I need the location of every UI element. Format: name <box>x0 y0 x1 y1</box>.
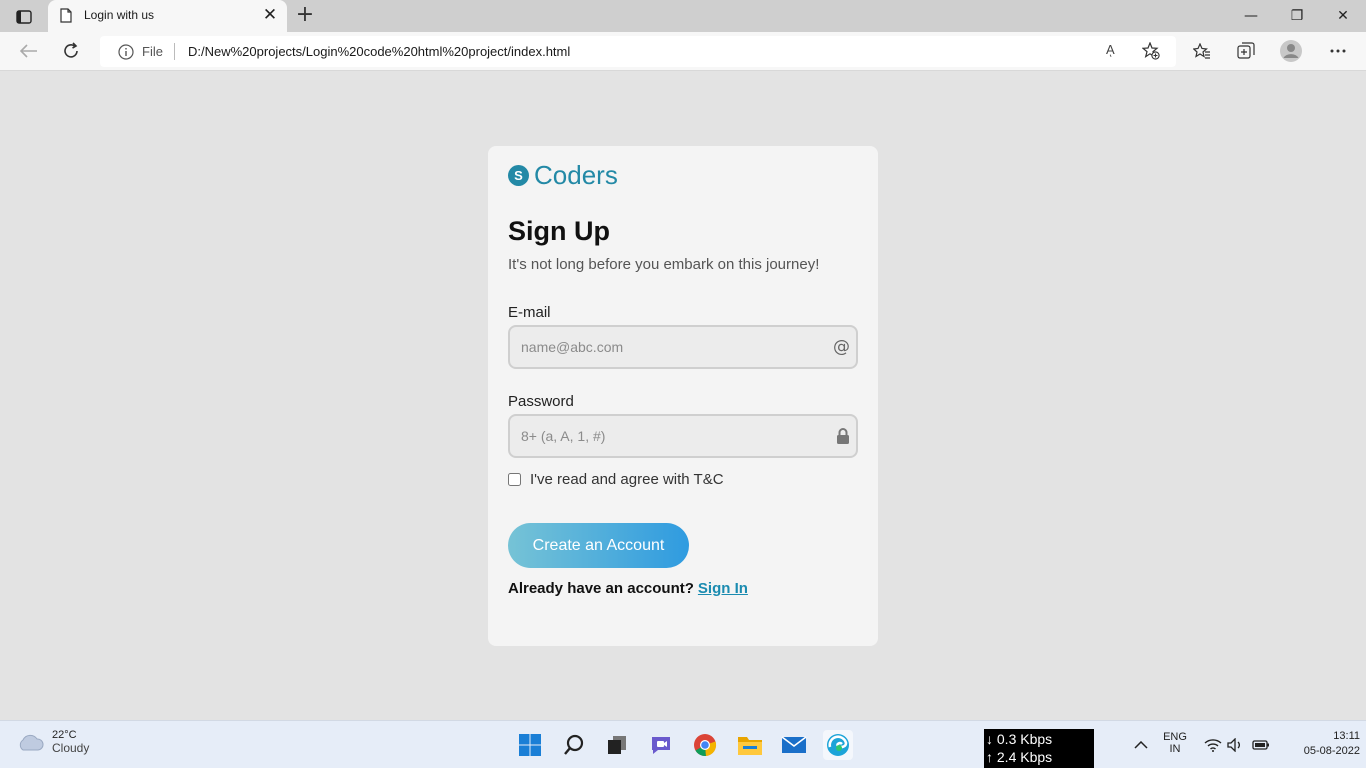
tab-actions-button[interactable] <box>10 6 38 28</box>
windows-taskbar: 22°C Cloudy ↓ 0.3 Kbps ↑ 2.4 Kbps ENG IN <box>0 720 1366 768</box>
weather-condition: Cloudy <box>52 741 90 755</box>
refresh-icon <box>64 42 78 58</box>
brand-logo[interactable]: S Coders <box>508 160 618 191</box>
cloud-icon <box>19 734 44 751</box>
password-field-wrapper <box>508 414 858 458</box>
password-field[interactable] <box>510 416 856 456</box>
brand-name: Coders <box>534 160 618 190</box>
mail-icon <box>781 736 807 753</box>
file-explorer-button[interactable] <box>735 730 765 760</box>
language-code: ENG <box>1163 731 1187 743</box>
email-field-wrapper: @ <box>508 325 858 369</box>
task-view-button[interactable] <box>602 730 632 760</box>
info-icon[interactable] <box>118 44 134 64</box>
address-scheme-label: File <box>142 44 163 59</box>
restore-button[interactable]: ❐ <box>1282 4 1312 28</box>
tab-actions-icon <box>16 10 32 24</box>
profile-avatar-icon <box>1280 40 1302 62</box>
edge-icon <box>827 734 849 756</box>
create-account-button[interactable]: Create an Account <box>508 523 689 568</box>
window-close-button[interactable]: ✕ <box>1328 4 1358 28</box>
volume-icon <box>1227 738 1240 752</box>
at-sign-icon: @ <box>833 337 850 357</box>
browser-tab-strip: Login with us ✕ + — ❐ ✕ <box>0 0 1366 32</box>
brand-mark-icon: S <box>508 165 529 186</box>
address-divider <box>174 43 175 60</box>
password-label: Password <box>508 393 574 410</box>
signin-link[interactable]: Sign In <box>698 580 748 597</box>
region-code: IN <box>1169 743 1181 755</box>
task-view-icon <box>608 736 626 754</box>
network-speed-meter: ↓ 0.3 Kbps ↑ 2.4 Kbps <box>984 729 1094 768</box>
mail-button[interactable] <box>779 730 809 760</box>
windows-start-icon <box>519 734 541 756</box>
tab-title: Login with us <box>84 8 155 22</box>
clock-time: 13:11 <box>1333 730 1360 742</box>
back-arrow-icon <box>20 44 37 58</box>
add-favorite-icon[interactable] <box>1141 41 1160 64</box>
collections-icon <box>1237 42 1255 59</box>
favorites-icon <box>1193 43 1210 59</box>
signin-prompt: Already have an account? Sign In <box>508 580 748 597</box>
clock-date: 05-08-2022 <box>1303 745 1360 757</box>
clock[interactable]: 13:11 05-08-2022 <box>1278 730 1360 757</box>
favorites-button[interactable] <box>1189 39 1215 63</box>
terms-row[interactable]: I've read and agree with T&C <box>508 471 724 488</box>
lock-icon <box>836 428 850 448</box>
folder-icon <box>738 737 762 755</box>
page-icon <box>60 8 72 27</box>
show-hidden-icons-button[interactable] <box>1126 730 1156 760</box>
chrome-button[interactable] <box>690 730 720 760</box>
battery-status[interactable] <box>1246 730 1276 760</box>
page-subtitle: It's not long before you embark on this … <box>508 256 820 273</box>
read-aloud-icon[interactable]: Aͅ <box>1106 42 1115 57</box>
chrome-icon <box>694 734 717 757</box>
chat-icon <box>652 737 670 754</box>
signup-card: S Coders Sign Up It's not long before yo… <box>488 146 878 646</box>
tab-close-icon[interactable]: ✕ <box>262 6 278 24</box>
collections-button[interactable] <box>1233 39 1259 63</box>
edge-button[interactable] <box>823 730 853 760</box>
more-menu-button[interactable] <box>1325 39 1351 63</box>
address-bar[interactable]: File D:/New%20projects/Login%20code%20ht… <box>100 36 1176 67</box>
terms-label[interactable]: I've read and agree with T&C <box>530 471 724 488</box>
refresh-button[interactable] <box>58 39 84 63</box>
teams-chat-button[interactable] <box>646 730 676 760</box>
browser-toolbar: File D:/New%20projects/Login%20code%20ht… <box>0 32 1366 71</box>
weather-widget[interactable]: 22°C Cloudy <box>16 729 89 755</box>
search-button[interactable] <box>559 730 589 760</box>
input-language[interactable]: ENG IN <box>1160 731 1190 755</box>
download-speed: ↓ 0.3 Kbps <box>986 731 1053 747</box>
back-button[interactable] <box>16 39 42 63</box>
terms-checkbox[interactable] <box>508 473 521 486</box>
url-text[interactable]: D:/New%20projects/Login%20code%20html%20… <box>188 44 570 59</box>
start-button[interactable] <box>515 730 545 760</box>
minimize-button[interactable]: — <box>1236 4 1266 28</box>
profile-button[interactable] <box>1278 39 1304 63</box>
email-field[interactable] <box>510 327 856 367</box>
upload-speed: ↑ 2.4 Kbps <box>986 749 1053 765</box>
email-label: E-mail <box>508 304 551 321</box>
weather-temperature: 22°C <box>52 729 77 741</box>
battery-icon <box>1252 740 1269 750</box>
signin-prompt-text: Already have an account? <box>508 580 694 597</box>
chevron-up-icon <box>1134 741 1148 749</box>
page-title: Sign Up <box>508 216 610 246</box>
browser-tab[interactable]: Login with us ✕ <box>48 0 287 32</box>
new-tab-button[interactable]: + <box>294 4 316 26</box>
more-icon <box>1330 49 1346 53</box>
search-icon <box>564 734 584 755</box>
